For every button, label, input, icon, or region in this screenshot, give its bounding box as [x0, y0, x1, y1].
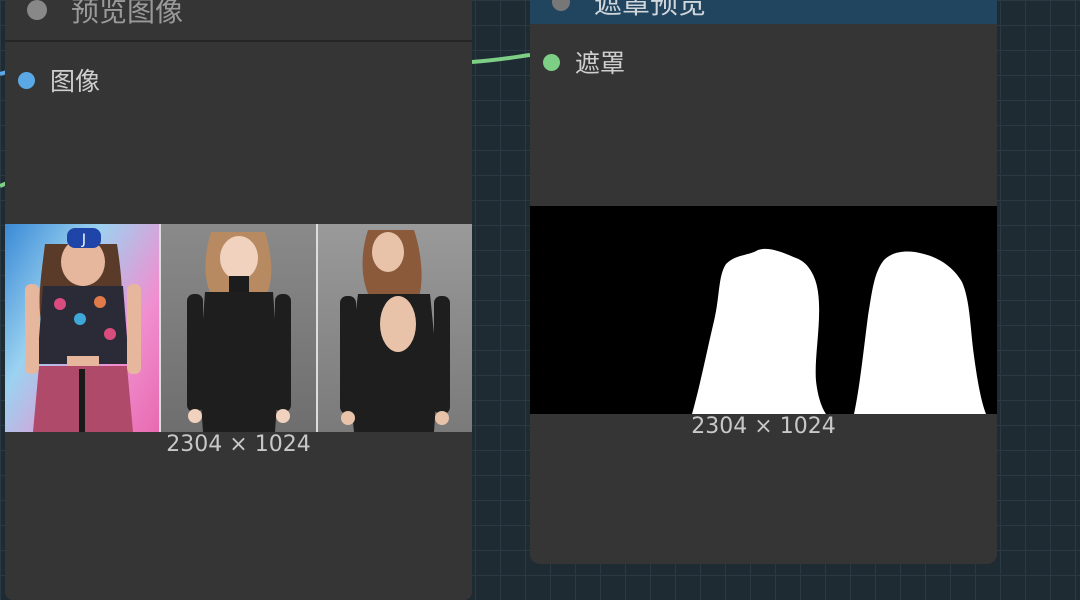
model-figure-2 [187, 232, 292, 432]
mask-preview[interactable] [530, 206, 997, 414]
preview-panel-1: J [5, 224, 160, 432]
collapse-dot-icon[interactable] [552, 0, 570, 11]
node-graph-canvas[interactable]: 预览图像 图像 J 2304 × 1024 遮罩预览 遮罩 2304 × 102… [0, 0, 1080, 600]
mask-input-slot[interactable]: 遮罩 [543, 44, 625, 80]
mask-slot-dot-icon[interactable] [543, 53, 560, 71]
image-preview[interactable]: J [5, 224, 472, 432]
image-slot-label: 图像 [50, 67, 101, 96]
mask-dimensions-label: 2304 × 1024 [691, 414, 836, 439]
mask-shapes [692, 248, 986, 414]
node-title: 遮罩预览 [594, 0, 707, 20]
svg-text:J: J [81, 232, 86, 248]
mask-preview-node[interactable]: 遮罩预览 遮罩 2304 × 1024 [530, 0, 997, 564]
collapse-dot-icon[interactable] [27, 0, 47, 20]
node-title: 预览图像 [71, 0, 184, 28]
image-dimensions-label: 2304 × 1024 [166, 432, 311, 457]
preview-panel-2 [161, 224, 316, 432]
node-title-bar[interactable]: 预览图像 [5, 0, 472, 42]
preview-panel-3 [317, 224, 472, 432]
mask-wire[interactable] [471, 53, 531, 64]
mask-slot-label: 遮罩 [575, 49, 626, 78]
image-slot-dot-icon[interactable] [18, 71, 35, 89]
preview-image-node[interactable]: 预览图像 图像 J 2304 × 1024 [5, 0, 472, 600]
image-input-slot[interactable]: 图像 [18, 62, 100, 98]
model-figure-3 [339, 230, 450, 432]
model-figure-1: J [25, 228, 141, 432]
node-title-bar[interactable]: 遮罩预览 [530, 0, 997, 24]
